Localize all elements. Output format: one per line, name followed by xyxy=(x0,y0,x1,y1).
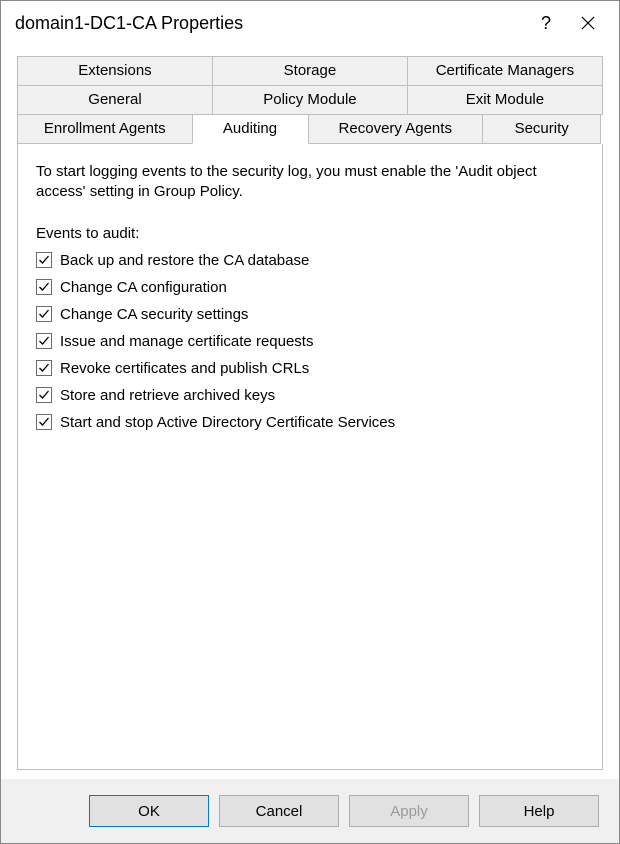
checkbox-label: Issue and manage certificate requests xyxy=(60,333,313,350)
help-icon[interactable]: ? xyxy=(525,1,567,45)
help-button[interactable]: Help xyxy=(479,795,599,827)
checkbox-revoke-publish[interactable] xyxy=(36,360,52,376)
events-to-audit-label: Events to audit: xyxy=(36,225,584,242)
checkbox-label: Revoke certificates and publish CRLs xyxy=(60,360,309,377)
tab-policy-module[interactable]: Policy Module xyxy=(212,85,408,115)
check-row: Issue and manage certificate requests xyxy=(36,333,584,350)
tab-recovery-agents[interactable]: Recovery Agents xyxy=(308,114,484,144)
tab-extensions[interactable]: Extensions xyxy=(17,56,213,86)
content: Extensions Storage Certificate Managers … xyxy=(1,45,619,770)
intro-text: To start logging events to the security … xyxy=(36,162,584,203)
apply-button[interactable]: Apply xyxy=(349,795,469,827)
checkbox-label: Change CA configuration xyxy=(60,279,227,296)
checkbox-label: Back up and restore the CA database xyxy=(60,252,309,269)
checkbox-issue-manage[interactable] xyxy=(36,333,52,349)
dialog-footer: OK Cancel Apply Help xyxy=(1,779,619,843)
window-title: domain1-DC1-CA Properties xyxy=(15,13,525,34)
tabs: Extensions Storage Certificate Managers … xyxy=(17,57,603,144)
tab-storage[interactable]: Storage xyxy=(212,56,408,86)
check-row: Back up and restore the CA database xyxy=(36,252,584,269)
close-icon[interactable] xyxy=(567,1,609,45)
checkbox-label: Change CA security settings xyxy=(60,306,248,323)
check-row: Change CA configuration xyxy=(36,279,584,296)
checkbox-change-security[interactable] xyxy=(36,306,52,322)
tab-enrollment-agents[interactable]: Enrollment Agents xyxy=(17,114,193,144)
check-row: Change CA security settings xyxy=(36,306,584,323)
cancel-button[interactable]: Cancel xyxy=(219,795,339,827)
checkbox-change-config[interactable] xyxy=(36,279,52,295)
tab-certificate-managers[interactable]: Certificate Managers xyxy=(407,56,603,86)
titlebar: domain1-DC1-CA Properties ? xyxy=(1,1,619,45)
tab-auditing[interactable]: Auditing xyxy=(192,114,309,144)
tab-general[interactable]: General xyxy=(17,85,213,115)
checkbox-backup-restore[interactable] xyxy=(36,252,52,268)
tab-exit-module[interactable]: Exit Module xyxy=(407,85,603,115)
checkbox-label: Start and stop Active Directory Certific… xyxy=(60,414,395,431)
checkbox-label: Store and retrieve archived keys xyxy=(60,387,275,404)
check-row: Store and retrieve archived keys xyxy=(36,387,584,404)
checkbox-start-stop[interactable] xyxy=(36,414,52,430)
tab-panel: To start logging events to the security … xyxy=(17,144,603,770)
tab-security[interactable]: Security xyxy=(482,114,601,144)
ok-button[interactable]: OK xyxy=(89,795,209,827)
check-row: Revoke certificates and publish CRLs xyxy=(36,360,584,377)
check-row: Start and stop Active Directory Certific… xyxy=(36,414,584,431)
checkbox-store-retrieve[interactable] xyxy=(36,387,52,403)
